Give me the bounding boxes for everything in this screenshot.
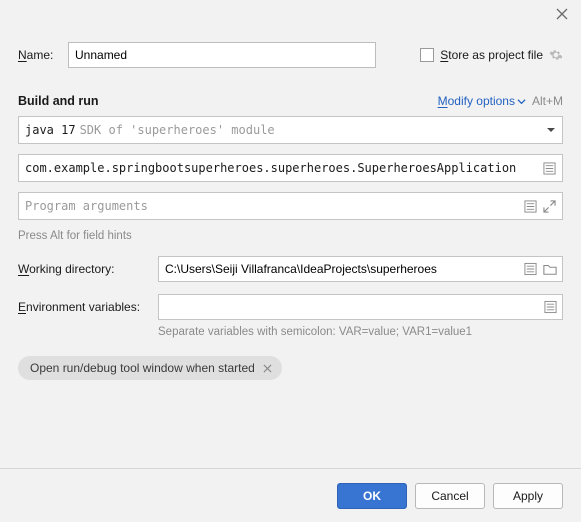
store-as-project-file[interactable]: Store as project file — [420, 48, 563, 62]
modify-options-wrap: Modify options Alt+M — [438, 94, 563, 108]
working-dir-row: Working directory: — [18, 256, 563, 282]
list-icon[interactable] — [524, 263, 537, 276]
chip-label: Open run/debug tool window when started — [30, 361, 255, 375]
name-input[interactable] — [68, 42, 376, 68]
main-class-value: com.example.springbootsuperheroes.superh… — [25, 161, 516, 175]
store-label: Store as project file — [440, 48, 543, 62]
list-icon[interactable] — [544, 301, 557, 314]
env-vars-input[interactable] — [158, 294, 563, 320]
list-icon[interactable] — [524, 200, 537, 213]
close-icon[interactable] — [551, 3, 573, 25]
main-class-field[interactable]: com.example.springbootsuperheroes.superh… — [18, 154, 563, 182]
working-dir-input[interactable] — [158, 256, 563, 282]
modify-options-link[interactable]: Modify options — [438, 94, 526, 108]
folder-icon[interactable] — [543, 263, 557, 276]
field-hint: Press Alt for field hints — [18, 230, 563, 242]
cancel-button[interactable]: Cancel — [415, 483, 485, 509]
program-args-field[interactable]: Program arguments — [18, 192, 563, 220]
checkbox-icon[interactable] — [420, 48, 434, 62]
chevron-down-icon — [546, 125, 556, 135]
titlebar — [0, 0, 581, 28]
options-chips: Open run/debug tool window when started — [18, 356, 563, 380]
jdk-select[interactable]: java 17 SDK of 'superheroes' module — [18, 116, 563, 144]
name-row: Name: Store as project file — [18, 42, 563, 68]
apply-button[interactable]: Apply — [493, 483, 563, 509]
program-args-placeholder: Program arguments — [25, 199, 148, 213]
build-run-header: Build and run Modify options Alt+M — [18, 94, 563, 108]
chevron-down-icon — [517, 97, 526, 106]
gear-icon[interactable] — [549, 48, 563, 62]
env-hint: Separate variables with semicolon: VAR=v… — [158, 326, 563, 338]
ok-button[interactable]: OK — [337, 483, 407, 509]
modify-shortcut: Alt+M — [532, 94, 563, 108]
expand-icon[interactable] — [543, 200, 556, 213]
list-icon[interactable] — [543, 162, 556, 175]
dialog-footer: OK Cancel Apply — [0, 468, 581, 522]
working-dir-label: Working directory: — [18, 262, 158, 276]
dialog-content: Name: Store as project file Build and ru… — [0, 28, 581, 468]
env-vars-label: Environment variables: — [18, 300, 158, 314]
name-label: Name: — [18, 48, 68, 62]
env-vars-row: Environment variables: — [18, 294, 563, 320]
section-title: Build and run — [18, 94, 99, 108]
jdk-value: java 17 — [25, 123, 76, 137]
chip-open-tool-window[interactable]: Open run/debug tool window when started — [18, 356, 282, 380]
run-config-dialog: Name: Store as project file Build and ru… — [0, 0, 581, 522]
jdk-muted: SDK of 'superheroes' module — [80, 123, 275, 137]
close-icon[interactable] — [263, 364, 272, 373]
